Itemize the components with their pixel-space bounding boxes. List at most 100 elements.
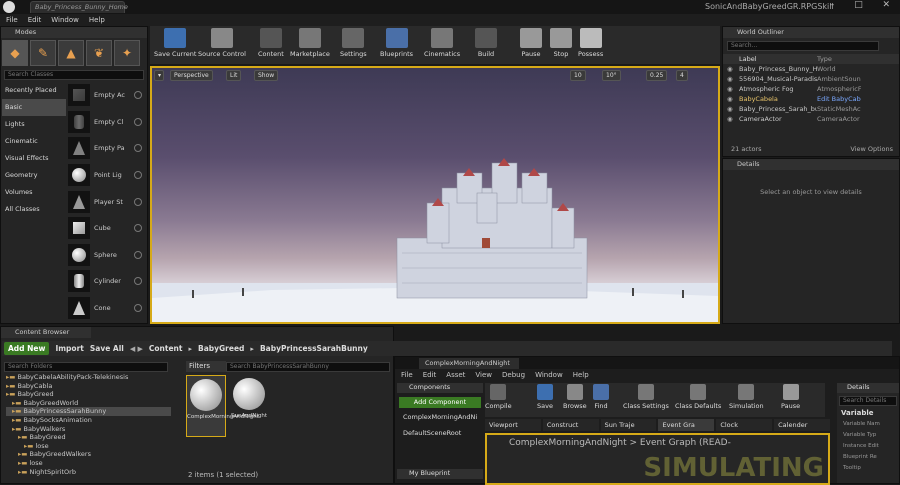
components-tab[interactable]: Components [397,383,483,393]
visibility-eye-icon[interactable]: ◉ [727,114,735,124]
details-tab[interactable]: Details [723,159,899,170]
my-blueprint-tab[interactable]: My Blueprint [397,469,483,479]
toolbar-button[interactable]: Save Current [154,28,196,62]
back-icon[interactable]: ◀ ▶ [130,345,143,353]
import-button[interactable]: Import [55,344,83,353]
grid-snap[interactable]: 10 [570,70,586,81]
lit-button[interactable]: Lit [226,70,242,81]
list-item[interactable]: Empty Cl [68,109,146,136]
breadcrumb-babygreed[interactable]: BabyGreed [198,344,244,353]
list-item[interactable]: Sphere [68,242,146,269]
bp-menu-item[interactable]: File [401,369,413,381]
visibility-eye-icon[interactable]: ◉ [727,84,735,94]
bp-details-search[interactable]: Search Details [839,396,897,406]
category-geometry[interactable]: Geometry [2,167,66,184]
bp-menu-item[interactable]: Edit [423,369,437,381]
toolbar-button[interactable]: Possess [578,28,603,62]
outliner-row[interactable]: ◉Baby_Princess_Bunny_HomeWorld [723,64,899,74]
bp-tool-button[interactable]: Find [593,384,609,418]
toolbar-button[interactable]: Stop [550,28,572,62]
modes-tab[interactable]: Modes [1,27,147,38]
folder-item[interactable]: ▸▬ lose [6,459,171,468]
category-basic[interactable]: Basic [2,99,66,116]
event-graph[interactable]: ComplexMorningAndNight > Event Graph (RE… [485,433,830,485]
toolbar-button[interactable]: Settings [340,28,367,62]
save-all-button[interactable]: Save All [90,344,124,353]
filters-button[interactable]: Filters [186,361,226,372]
toolbar-button[interactable]: Marketplace [290,28,330,62]
perspective-button[interactable]: Perspective [170,70,213,81]
level-viewport[interactable]: ▾ Perspective Lit Show 10 10° 0.25 4 [150,66,720,324]
foliage-mode-icon[interactable]: ❦ [86,40,112,66]
toolbar-button[interactable]: Cinematics [424,28,460,62]
outliner-row[interactable]: ◉ BabyCabela Edit BabyCab [723,94,899,104]
place-mode-icon[interactable]: ◆ [2,40,28,66]
search-folders-input[interactable]: Search Folders [4,362,168,372]
camera-speed[interactable]: 4 [676,70,688,81]
folder-item[interactable]: ▸▬ BabyCabelaAbilityPack-Telekinesis [6,373,171,382]
minimize-icon[interactable]: – [830,0,835,12]
bp-tool-button[interactable]: Compile [485,384,512,418]
category-all-classes[interactable]: All Classes [2,201,66,218]
search-classes-input[interactable]: Search Classes [4,70,144,80]
folder-item[interactable]: ▸▬ BabyGreedWalkers [6,450,171,459]
geometry-mode-icon[interactable]: ✦ [114,40,140,66]
visibility-eye-icon[interactable]: ◉ [727,104,735,114]
folder-item[interactable]: ▸▬ BabyPrincessSarahBunny [6,407,171,416]
bp-tool-button[interactable]: Pause [781,384,800,418]
col-label[interactable]: Label [735,54,817,64]
list-item[interactable]: Player St [68,188,146,215]
graph-tab[interactable]: Event Gra [658,419,715,431]
paint-mode-icon[interactable]: ✎ [30,40,56,66]
asset-tile[interactable]: ComplexMorningAndNight [186,375,259,437]
visibility-eye-icon[interactable]: ◉ [727,74,735,84]
content-browser-tab[interactable]: Content Browser [1,327,91,338]
landscape-mode-icon[interactable]: ▲ [58,40,84,66]
breadcrumb-sarahbunny[interactable]: BabyPrincessSarahBunny [260,344,368,353]
search-assets-input[interactable]: Search BabyPrincessSarahBunny [226,362,390,372]
bp-menu-item[interactable]: Window [535,369,563,381]
folder-item[interactable]: ▸▬ lose [6,442,171,451]
menu-help[interactable]: Help [89,14,105,26]
bp-tool-button[interactable]: Browse [563,384,587,418]
outliner-row[interactable]: ◉ CameraActor CameraActor [723,114,899,124]
scale-snap[interactable]: 0.25 [646,70,668,81]
close-icon[interactable]: ✕ [883,0,891,12]
bp-menu-item[interactable]: Asset [446,369,465,381]
category-recently-placed[interactable]: Recently Placed [2,82,66,99]
asset-tile[interactable]: SunAndNight [229,375,269,437]
category-cinematic[interactable]: Cinematic [2,133,66,150]
add-component-button[interactable]: Add Component [399,397,481,408]
toolbar-button[interactable]: Pause [520,28,542,62]
list-item[interactable]: Cylinder [68,268,146,295]
category-lights[interactable]: Lights [2,116,66,133]
component-scene-root[interactable]: DefaultSceneRoot [403,429,461,437]
toolbar-button[interactable]: Build [475,28,497,62]
list-item[interactable]: Cube [68,215,146,242]
bp-menu-item[interactable]: Debug [502,369,525,381]
toolbar-button[interactable]: Content [258,28,284,62]
outliner-row[interactable]: ◉ Baby_Princess_Sarah_bun StaticMeshAct [723,104,899,114]
bp-details-tab[interactable]: Details [837,383,899,393]
outliner-row[interactable]: ◉Atmospheric FogAtmosphericFog [723,84,899,94]
list-item[interactable]: Cone [68,295,146,322]
category-volumes[interactable]: Volumes [2,184,66,201]
rotation-snap[interactable]: 10° [602,70,621,81]
bp-tool-button[interactable]: Save [537,384,553,418]
variable-section[interactable]: Variable [837,409,899,417]
list-item[interactable]: Point Lig [68,162,146,189]
menu-edit[interactable]: Edit [28,14,42,26]
document-tab[interactable]: Baby_Princess_Bunny_Home [30,1,128,13]
graph-tab[interactable]: Construct [542,419,599,431]
folder-item[interactable]: ▸▬ BabyGreed [6,390,171,399]
outliner-search[interactable]: Search... [727,41,879,51]
col-type[interactable]: Type [817,54,861,64]
viewport-menu-icon[interactable]: ▾ [154,70,164,81]
graph-tab[interactable]: Clock [716,419,773,431]
outliner-tab[interactable]: World Outliner [723,27,899,38]
list-item[interactable]: Empty Ac [68,82,146,109]
graph-tab[interactable]: Sun Traje [600,419,657,431]
visibility-eye-icon[interactable]: ◉ [727,64,735,74]
graph-tab[interactable]: Viewport [485,419,541,431]
graph-tab[interactable]: Calender [774,419,830,431]
